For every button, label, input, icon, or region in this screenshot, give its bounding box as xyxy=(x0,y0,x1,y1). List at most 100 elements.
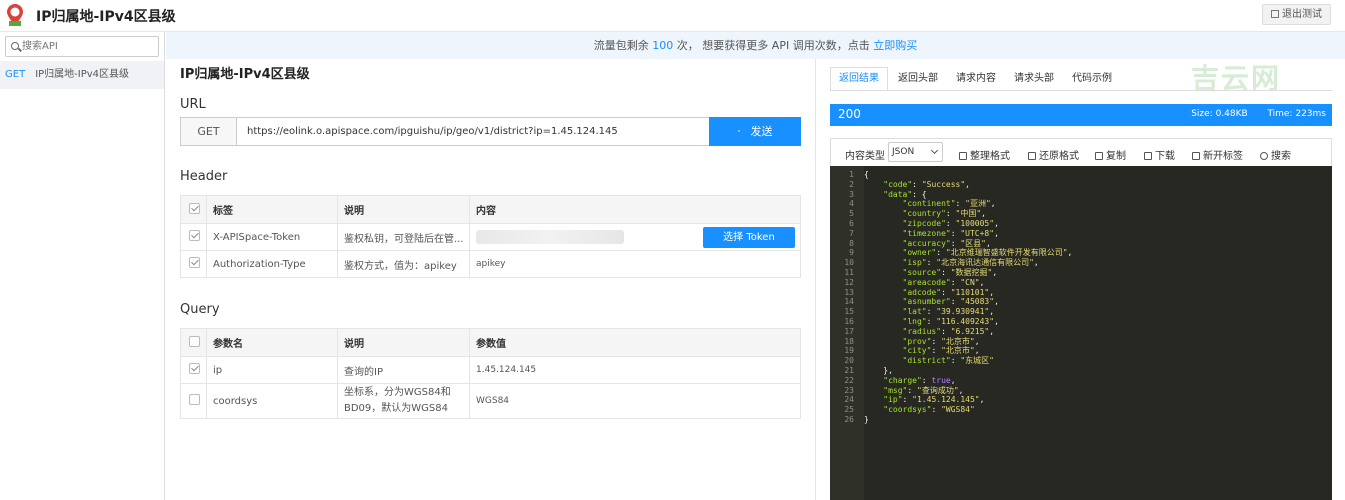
top-bar: IP归属地-IPv4区县级 退出测试 xyxy=(0,0,1345,32)
line-number: 11 xyxy=(844,268,854,277)
col-param: 参数名 xyxy=(206,328,338,357)
code-text: "msg": "查询成功", xyxy=(883,385,964,395)
row-check-cell xyxy=(180,356,207,384)
header-value[interactable]: apikey xyxy=(469,250,801,278)
header-value-cell: 选择 Token xyxy=(469,223,801,251)
code-text: "lat": "39.930941", xyxy=(902,307,995,317)
query-table: 参数名 说明 参数值 ip 查询的IP 1.45.124.145 coordsy… xyxy=(180,328,801,419)
line-number: 15 xyxy=(844,307,854,317)
row-check-cell xyxy=(180,383,207,419)
search-icon xyxy=(1260,152,1268,160)
code-text: "source": "数据挖掘", xyxy=(902,268,998,277)
response-toolbar: 内容类型 JSON 整理格式 还原格式 复制 下载 新开标签 搜索 xyxy=(830,138,1332,166)
select-all-checkbox[interactable] xyxy=(189,202,200,214)
search-input[interactable] xyxy=(22,38,156,55)
line-number: 18 xyxy=(844,336,854,346)
chevron-down-icon xyxy=(930,146,939,155)
col-desc: 说明 xyxy=(337,328,470,357)
logout-button[interactable]: 退出测试 xyxy=(1262,4,1331,25)
download-button[interactable]: 下载 xyxy=(1144,147,1175,162)
content-type-label: 内容类型 xyxy=(845,151,885,162)
header-name: X-APISpace-Token xyxy=(206,223,338,251)
logout-label: 退出测试 xyxy=(1282,9,1322,20)
line-number: 9 xyxy=(849,248,854,258)
response-meta: Size: 0.48KB Time: 223ms xyxy=(1191,109,1326,119)
line-number: 25 xyxy=(844,405,854,415)
restore-icon xyxy=(1028,152,1036,160)
response-size: Size: 0.48KB xyxy=(1191,109,1248,119)
format-icon xyxy=(959,152,967,160)
url-input[interactable]: https://eolink.o.apispace.com/ipguishu/i… xyxy=(236,117,710,146)
send-button[interactable]: ⸱ 发送 xyxy=(709,117,801,146)
code-text: "country": "中国", xyxy=(902,209,986,219)
buy-link[interactable]: 立即购买 xyxy=(873,39,917,52)
table-row: Authorization-Type 鉴权方式，值为：apikey apikey xyxy=(180,250,801,278)
row-checkbox[interactable] xyxy=(189,257,200,268)
json-code-viewer[interactable]: 1 {2 "code": "Success", 3 "data": {4 "cont… xyxy=(830,166,1332,500)
line-number: 2 xyxy=(849,179,854,189)
header-desc: 鉴权私钥，可登陆后在管... xyxy=(337,223,470,251)
code-text: "ip": "1.45.124.145", xyxy=(883,395,985,405)
row-checkbox[interactable] xyxy=(189,394,200,405)
row-check-cell xyxy=(180,223,207,251)
open-tab-label: 新开标签 xyxy=(1203,151,1243,162)
select-all-cell xyxy=(180,328,207,357)
search-icon xyxy=(11,42,19,50)
param-desc: 坐标系，分为WGS84和BD09，默认为WGS84 xyxy=(337,383,470,419)
send-icon: ⸱ xyxy=(737,125,741,138)
select-all-checkbox[interactable] xyxy=(189,335,200,347)
watermark-text: 吉云网 xyxy=(1191,62,1282,95)
row-checkbox[interactable] xyxy=(189,230,200,241)
tab-request-body[interactable]: 请求内容 xyxy=(948,68,1004,92)
select-token-button[interactable]: 选择 Token xyxy=(703,227,795,248)
table-row: ip 查询的IP 1.45.124.145 xyxy=(180,356,801,384)
url-section-title: URL xyxy=(180,97,206,112)
code-text: "city": "北京市", xyxy=(902,346,980,356)
tab-response-headers[interactable]: 返回头部 xyxy=(890,68,946,92)
copy-button[interactable]: 复制 xyxy=(1095,147,1126,162)
api-search[interactable] xyxy=(5,36,159,57)
tab-result[interactable]: 返回结果 xyxy=(830,67,888,91)
header-name: Authorization-Type xyxy=(206,250,338,278)
code-text: }, xyxy=(864,366,893,375)
format-button[interactable]: 整理格式 xyxy=(959,147,1010,162)
line-number: 7 xyxy=(849,228,854,238)
open-tab-button[interactable]: 新开标签 xyxy=(1192,147,1243,162)
header-table-head: 标签 说明 内容 xyxy=(180,195,801,224)
tab-request-headers[interactable]: 请求头部 xyxy=(1006,68,1062,92)
code-text: "lng": "116.409243", xyxy=(902,317,999,326)
search-button[interactable]: 搜索 xyxy=(1260,147,1291,162)
code-text: { xyxy=(864,170,869,179)
col-param-value: 参数值 xyxy=(469,328,801,357)
external-link-icon xyxy=(1192,152,1200,160)
line-number: 16 xyxy=(844,317,854,326)
line-number: 14 xyxy=(844,297,854,307)
col-label: 标签 xyxy=(206,195,338,224)
token-value-blurred[interactable] xyxy=(476,230,624,244)
param-value[interactable]: WGS84 xyxy=(469,383,801,419)
response-time: Time: 223ms xyxy=(1267,109,1326,119)
code-text: "charge": true, xyxy=(883,375,956,385)
col-desc: 说明 xyxy=(337,195,470,224)
restore-label: 还原格式 xyxy=(1039,151,1079,162)
copy-label: 复制 xyxy=(1106,151,1126,162)
tab-divider xyxy=(830,90,1332,91)
code-text: "zipcode": "100005", xyxy=(902,219,999,228)
param-value[interactable]: 1.45.124.145 xyxy=(469,356,801,384)
method-select[interactable]: GET xyxy=(180,117,237,146)
table-row: X-APISpace-Token 鉴权私钥，可登陆后在管... 选择 Token xyxy=(180,223,801,251)
logout-icon xyxy=(1271,10,1279,18)
code-text: "accuracy": "区县", xyxy=(902,238,991,248)
line-number: 26 xyxy=(844,415,854,424)
restore-format-button[interactable]: 还原格式 xyxy=(1028,147,1079,162)
row-checkbox[interactable] xyxy=(189,363,200,374)
code-text: "coordsys": "WGS84" xyxy=(883,405,975,415)
code-text: "data": { xyxy=(883,189,927,199)
header-table: 标签 说明 内容 X-APISpace-Token 鉴权私钥，可登陆后在管...… xyxy=(180,195,801,278)
sidebar: GET IP归属地-IPv4区县级 xyxy=(0,32,165,500)
content-type-select[interactable]: JSON xyxy=(888,142,943,162)
code-text: "prov": "北京市", xyxy=(902,336,980,346)
sidebar-item-api[interactable]: GET IP归属地-IPv4区县级 xyxy=(0,61,164,89)
row-check-cell xyxy=(180,250,207,278)
tab-code-sample[interactable]: 代码示例 xyxy=(1064,68,1120,92)
